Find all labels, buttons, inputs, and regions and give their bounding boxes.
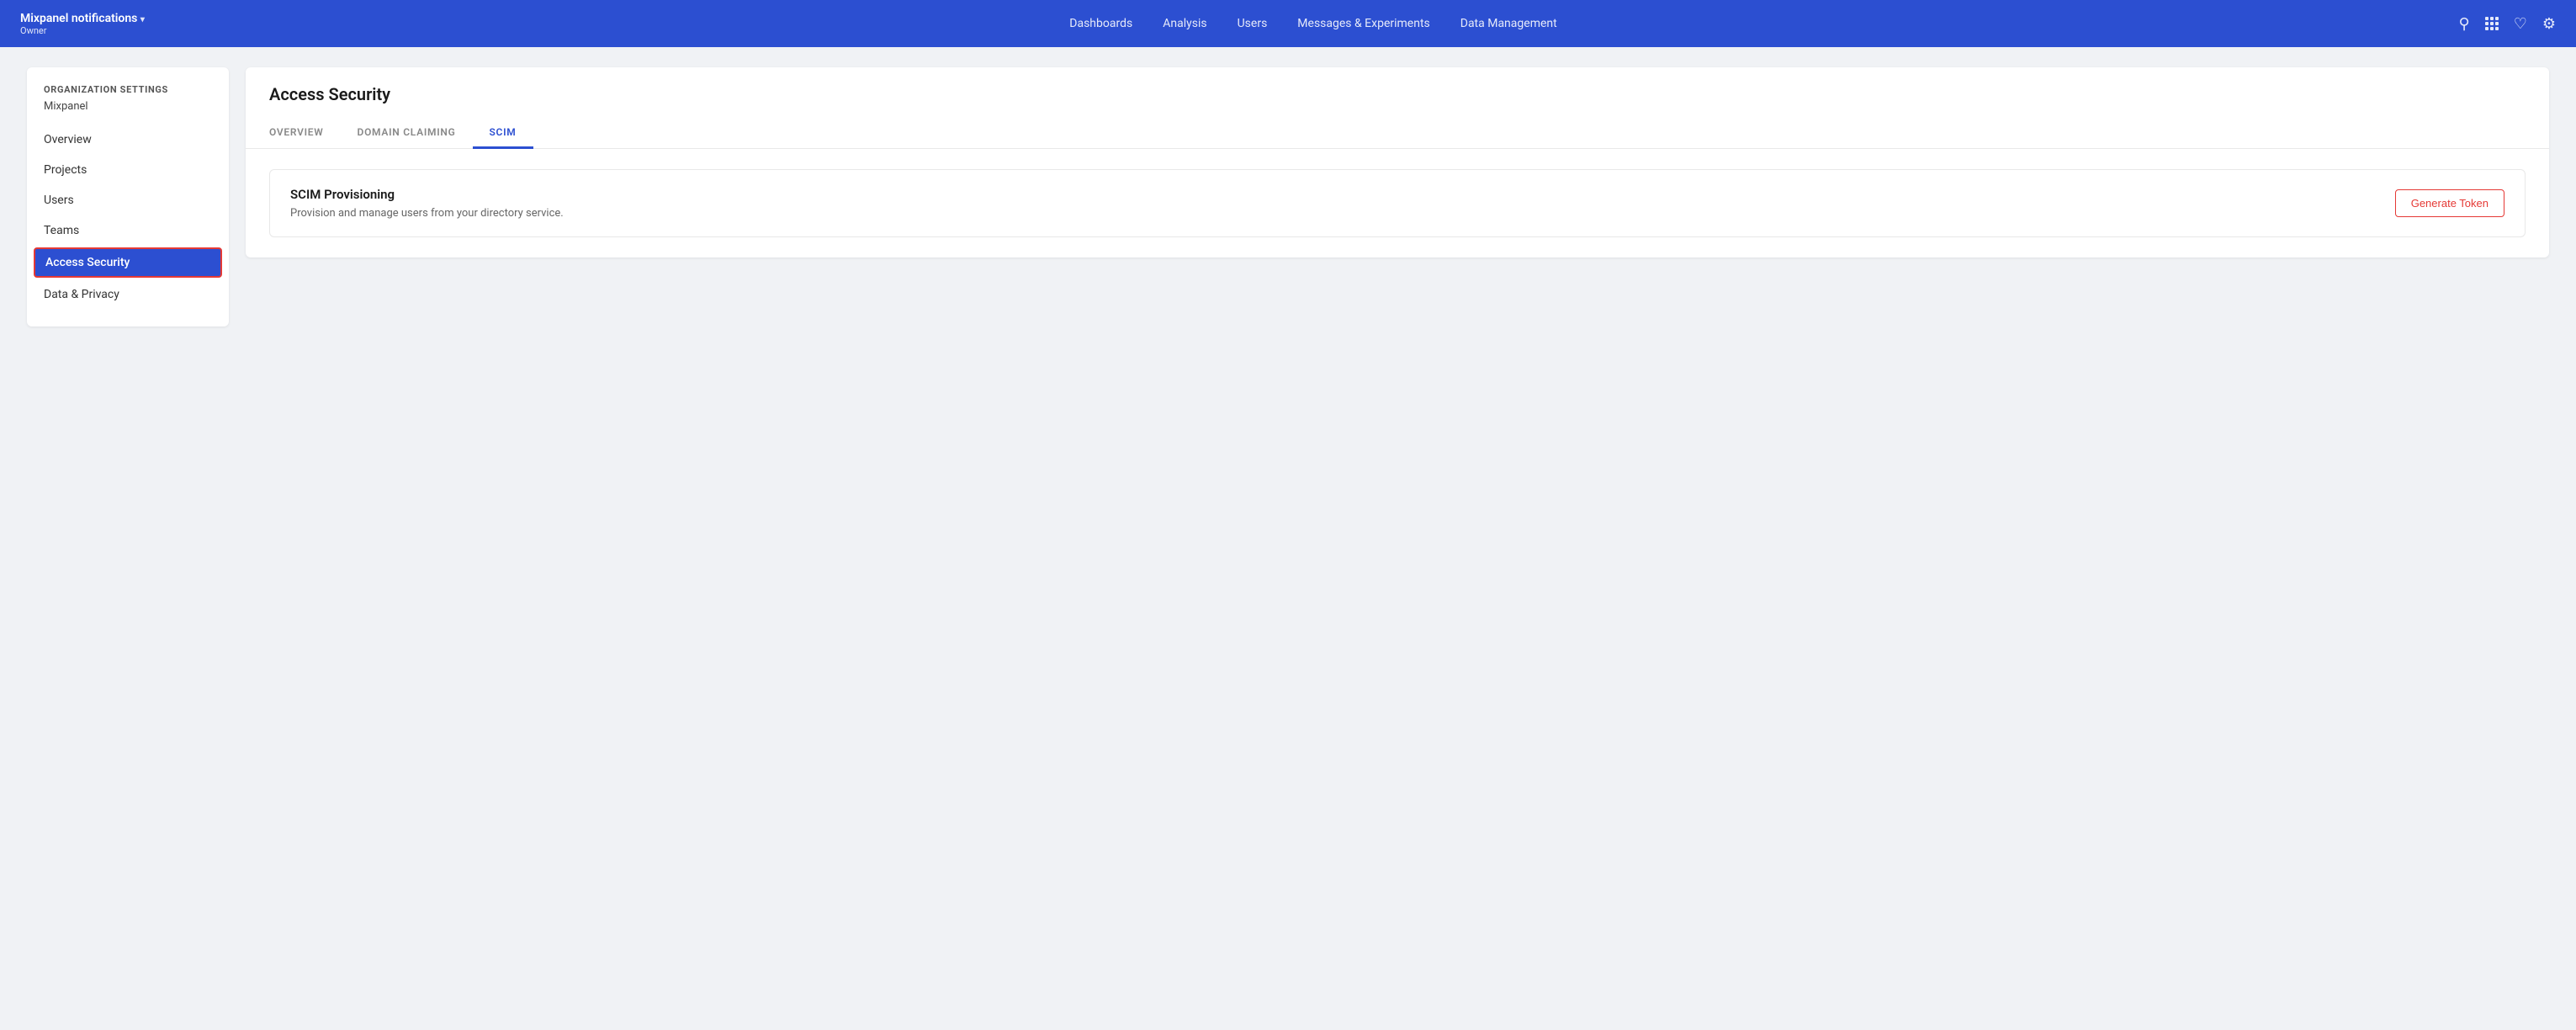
page-title: Access Security bbox=[269, 84, 2526, 104]
tab-overview[interactable]: OVERVIEW bbox=[269, 118, 341, 149]
content-header: Access Security OVERVIEW DOMAIN CLAIMING… bbox=[246, 67, 2549, 149]
nav-messages-experiments[interactable]: Messages & Experiments bbox=[1297, 17, 1429, 30]
sidebar-org-name: Mixpanel bbox=[27, 98, 229, 125]
scim-box-title: SCIM Provisioning bbox=[290, 187, 564, 202]
sidebar-item-overview[interactable]: Overview bbox=[27, 125, 229, 155]
search-icon[interactable]: ⚲ bbox=[2459, 15, 2470, 33]
sidebar-section-title: ORGANIZATION SETTINGS bbox=[27, 84, 229, 98]
page-container: ORGANIZATION SETTINGS Mixpanel Overview … bbox=[0, 47, 2576, 1030]
scim-box-desc: Provision and manage users from your dir… bbox=[290, 207, 564, 220]
brand-role: Owner bbox=[20, 25, 145, 36]
notifications-icon[interactable]: ♡ bbox=[2514, 15, 2527, 33]
grid-apps-icon[interactable] bbox=[2485, 17, 2499, 30]
sidebar-item-teams[interactable]: Teams bbox=[27, 215, 229, 246]
scim-content: SCIM Provisioning Provision and manage u… bbox=[246, 149, 2549, 258]
sidebar-item-users[interactable]: Users bbox=[27, 185, 229, 215]
nav-analysis[interactable]: Analysis bbox=[1163, 17, 1206, 30]
generate-token-button[interactable]: Generate Token bbox=[2395, 189, 2504, 217]
topnav-actions: ⚲ ♡ ⚙ bbox=[2455, 15, 2556, 33]
main-content: Access Security OVERVIEW DOMAIN CLAIMING… bbox=[246, 67, 2549, 1010]
content-card: Access Security OVERVIEW DOMAIN CLAIMING… bbox=[246, 67, 2549, 258]
brand-arrow-icon: ▾ bbox=[140, 15, 145, 24]
nav-data-management[interactable]: Data Management bbox=[1460, 17, 1557, 30]
sidebar: ORGANIZATION SETTINGS Mixpanel Overview … bbox=[27, 67, 229, 327]
top-navigation: Mixpanel notifications ▾ Owner Dashboard… bbox=[0, 0, 2576, 47]
nav-dashboards[interactable]: Dashboards bbox=[1069, 17, 1132, 30]
sidebar-item-access-security[interactable]: Access Security bbox=[34, 247, 222, 278]
settings-icon[interactable]: ⚙ bbox=[2542, 15, 2556, 33]
main-nav: Dashboards Analysis Users Messages & Exp… bbox=[172, 17, 2455, 30]
brand-name: Mixpanel notifications bbox=[20, 12, 137, 25]
tab-scim[interactable]: SCIM bbox=[473, 118, 533, 149]
brand-logo[interactable]: Mixpanel notifications ▾ Owner bbox=[20, 12, 172, 36]
scim-provisioning-box: SCIM Provisioning Provision and manage u… bbox=[269, 169, 2526, 237]
nav-users[interactable]: Users bbox=[1238, 17, 1268, 30]
sidebar-item-projects[interactable]: Projects bbox=[27, 155, 229, 185]
tab-domain-claiming[interactable]: DOMAIN CLAIMING bbox=[341, 118, 473, 149]
scim-box-text: SCIM Provisioning Provision and manage u… bbox=[290, 187, 564, 220]
tab-bar: OVERVIEW DOMAIN CLAIMING SCIM bbox=[269, 118, 2526, 148]
sidebar-item-data-privacy[interactable]: Data & Privacy bbox=[27, 279, 229, 310]
